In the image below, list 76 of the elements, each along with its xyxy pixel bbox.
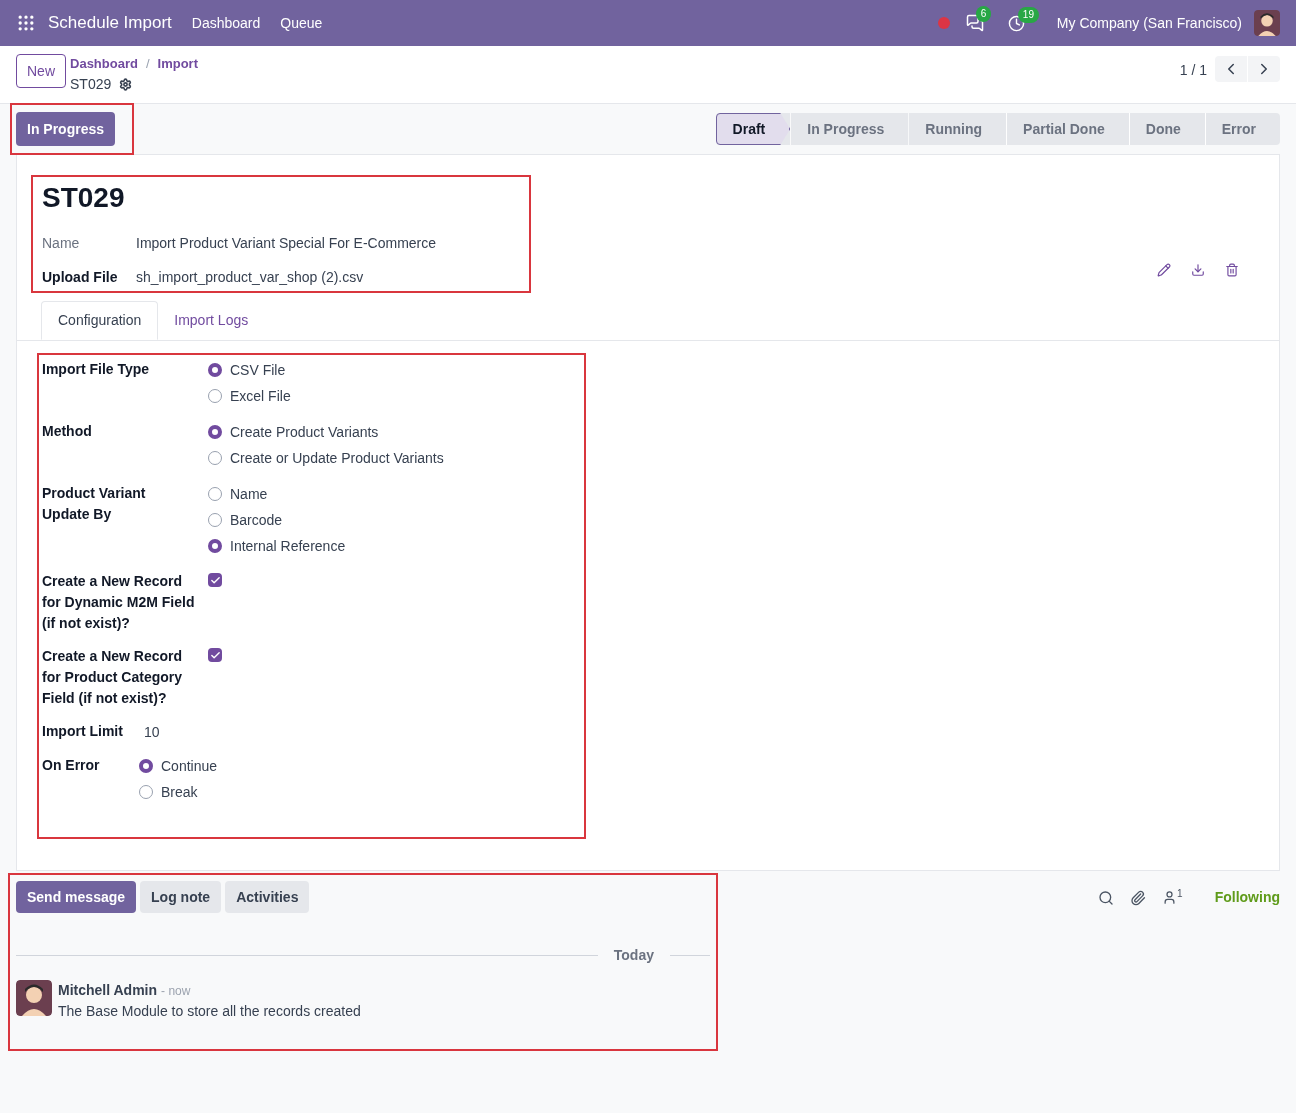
radio-button[interactable] (139, 785, 153, 799)
company-name[interactable]: My Company (San Francisco) (1056, 12, 1242, 34)
previous-button[interactable] (1215, 56, 1247, 82)
radio-button[interactable] (139, 759, 153, 773)
radio-label: Continue (161, 756, 218, 776)
radio-label: Create Product Variants (230, 422, 379, 442)
field-value: Import Product Variant Special For E-Commerce (135, 233, 437, 253)
followers-icon[interactable] (1162, 890, 1178, 905)
radio-button[interactable] (208, 425, 222, 439)
chatter-button[interactable]: Log note (140, 881, 222, 913)
messages-count: 6 (975, 6, 992, 22)
activities-icon[interactable] (1007, 14, 1025, 32)
radio-button[interactable] (208, 389, 222, 403)
paperclip-icon[interactable] (1130, 889, 1147, 906)
message-time: - now (161, 983, 191, 1000)
checkbox[interactable] (208, 573, 222, 587)
field-label: Import File Type (42, 360, 151, 379)
breadcrumb-link[interactable]: Import (157, 54, 198, 74)
new-button[interactable]: New (16, 54, 66, 88)
field-label: Name (42, 233, 81, 253)
trash-icon[interactable] (1225, 263, 1239, 277)
field-label: Create a New Record for Product Category Field (if not exist)? (42, 647, 184, 708)
date-separator: Today (612, 946, 655, 965)
field-label: Import Limit (42, 722, 124, 741)
radio-label: Excel File (230, 386, 291, 406)
radio-button[interactable] (208, 363, 222, 377)
apps-menu-icon[interactable] (16, 13, 36, 33)
radio-label: Barcode (230, 510, 283, 530)
record-name: ST029 (70, 74, 112, 94)
status-step[interactable]: Partial Done (1006, 113, 1129, 145)
status-step[interactable]: Error (1204, 113, 1280, 145)
radio-button[interactable] (208, 487, 222, 501)
status-step[interactable]: Draft (715, 113, 791, 145)
message-body: The Base Module to store all the records created (58, 1002, 361, 1021)
avatar-icon (1254, 10, 1280, 36)
settings-icon[interactable] (119, 77, 133, 91)
next-button[interactable] (1248, 56, 1280, 82)
chatter-button[interactable]: Activities (225, 881, 310, 913)
breadcrumb-separator: / (145, 55, 150, 73)
search-icon[interactable] (1098, 889, 1115, 906)
chatter-button[interactable]: Send message (16, 881, 137, 913)
radio-label: Internal Reference (230, 536, 346, 556)
radio-button[interactable] (208, 513, 222, 527)
following-button[interactable]: Following (1214, 887, 1280, 908)
radio-label: Name (230, 484, 268, 504)
field-value: sh_import_product_var_shop (2).csv (135, 267, 364, 287)
record-title: ST029 (42, 181, 126, 215)
radio-label: CSV File (230, 360, 286, 380)
radio-button[interactable] (208, 539, 222, 553)
field-label: Create a New Record for Dynamic M2M Field (if not exist)? (42, 572, 196, 633)
radio-label: Break (161, 782, 198, 802)
in-progress-button[interactable]: In Progress (16, 112, 116, 146)
app-title[interactable]: Schedule Import (48, 10, 172, 36)
field-label: On Error (42, 756, 101, 775)
field-value: 10 (143, 723, 160, 742)
form-tab[interactable]: Configuration (41, 301, 159, 340)
menu-item[interactable]: Dashboard (191, 12, 261, 34)
message-author: Mitchell Admin (58, 981, 158, 1000)
pager-value: 1 / 1 (1179, 61, 1207, 80)
field-label: Product Variant Update By (42, 484, 147, 524)
radio-label: Create or Update Product Variants (230, 448, 444, 468)
radio-button[interactable] (208, 451, 222, 465)
menu-item[interactable]: Queue (280, 12, 323, 34)
form-tab[interactable]: Import Logs (158, 301, 265, 340)
followers-count: 1 (1177, 887, 1183, 901)
edit-icon[interactable] (1157, 263, 1171, 277)
download-icon[interactable] (1191, 263, 1205, 277)
breadcrumb-link[interactable]: Dashboard (70, 54, 138, 74)
status-step[interactable]: Running (908, 113, 1007, 145)
status-step[interactable]: In Progress (790, 113, 909, 145)
field-label: Upload File (42, 267, 119, 287)
activities-count: 19 (1017, 6, 1039, 23)
status-step[interactable]: Done (1128, 113, 1205, 145)
avatar-icon (16, 980, 52, 1016)
field-label: Method (42, 422, 93, 441)
checkbox[interactable] (208, 648, 222, 662)
